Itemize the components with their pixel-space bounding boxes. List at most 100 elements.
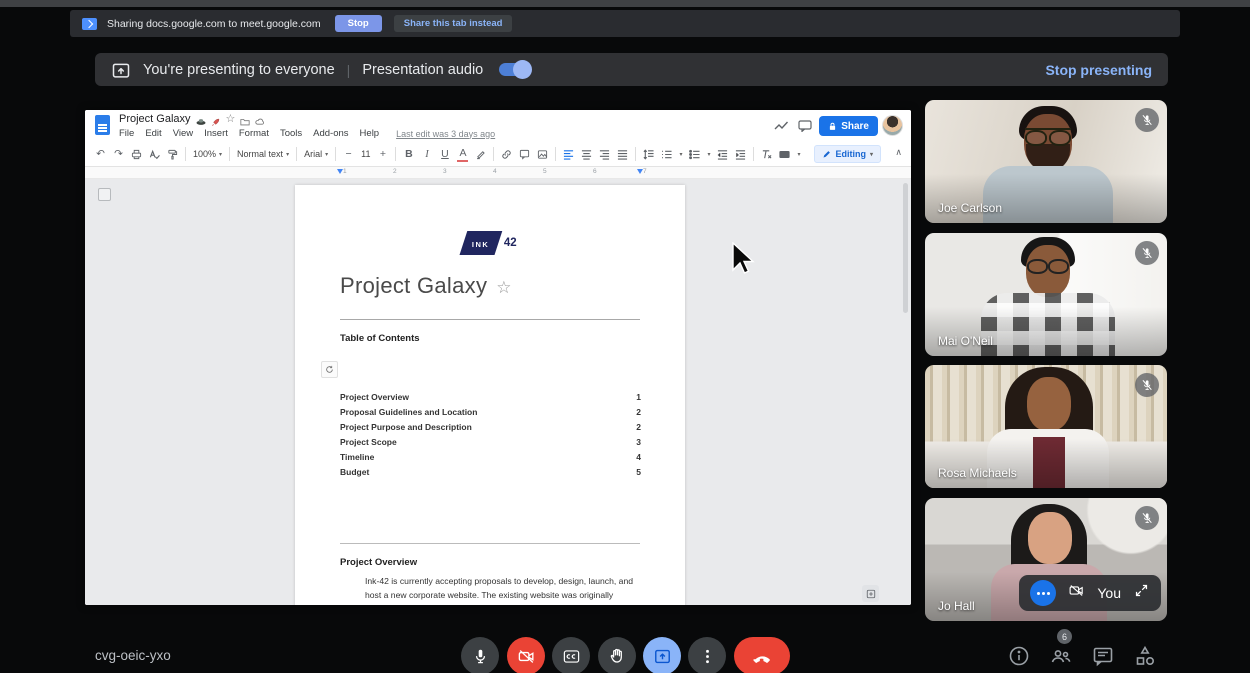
toc-row[interactable]: Budget5 (340, 467, 641, 482)
menu-insert[interactable]: Insert (204, 128, 228, 139)
table-of-contents[interactable]: Project Overview1 Proposal Guidelines an… (340, 392, 641, 482)
increase-font-icon[interactable]: + (377, 147, 388, 161)
ruler-number: 2 (393, 168, 397, 175)
google-docs-window: Project Galaxy ☆ File Edit View (85, 110, 911, 605)
participant-name: Joe Carlson (938, 201, 1002, 215)
menu-help[interactable]: Help (360, 128, 380, 139)
toc-row[interactable]: Timeline4 (340, 452, 641, 467)
insert-image-icon[interactable] (537, 147, 548, 161)
align-right-icon[interactable] (599, 147, 610, 161)
spellcheck-icon[interactable] (149, 147, 160, 161)
document-outline-icon[interactable] (98, 188, 111, 201)
toc-row[interactable]: Project Overview1 (340, 392, 641, 407)
print-icon[interactable] (131, 147, 142, 161)
stop-presenting-button[interactable]: Stop presenting (1045, 62, 1152, 78)
leave-call-button[interactable] (734, 637, 790, 673)
cloud-status-icon[interactable] (255, 114, 265, 124)
menu-view[interactable]: View (173, 128, 193, 139)
present-now-button[interactable] (643, 637, 681, 673)
bold-button[interactable]: B (403, 147, 414, 161)
align-left-icon[interactable] (563, 147, 574, 161)
ruler-number: 1 (343, 168, 347, 175)
decrease-font-icon[interactable]: − (343, 147, 354, 161)
captions-button[interactable] (552, 637, 590, 673)
explore-button[interactable] (862, 585, 879, 602)
ink42-logo: INK 42 (463, 231, 516, 255)
highlight-icon[interactable] (475, 147, 486, 161)
ruler[interactable]: 1 2 3 4 5 6 7 (85, 167, 911, 179)
text-color-button[interactable]: A (457, 146, 468, 162)
participant-tile-rosa-michaels[interactable]: Rosa Michaels (925, 365, 1167, 488)
decrease-indent-icon[interactable] (717, 147, 728, 161)
font-size-value[interactable]: 11 (361, 149, 370, 159)
participants-icon[interactable] (1049, 644, 1073, 668)
star-document-icon[interactable]: ☆ (226, 114, 236, 124)
menu-addons[interactable]: Add-ons (313, 128, 348, 139)
clear-formatting-icon[interactable] (761, 147, 772, 161)
document-title[interactable]: Project Galaxy (119, 113, 191, 125)
add-comment-icon[interactable] (519, 147, 530, 161)
ruler-number: 3 (443, 168, 447, 175)
underline-button[interactable]: U (439, 147, 450, 161)
zoom-select[interactable]: 100%▾ (193, 149, 222, 159)
collapse-toolbar-icon[interactable]: ∧ (895, 147, 902, 158)
document-scrollbar[interactable] (903, 183, 908, 313)
share-this-tab-button[interactable]: Share this tab instead (394, 15, 513, 32)
chat-icon[interactable] (1091, 644, 1115, 668)
toc-row[interactable]: Project Purpose and Description2 (340, 422, 641, 437)
undo-icon[interactable]: ↶ (95, 147, 106, 161)
logo-42-text: 42 (504, 237, 517, 249)
participant-tile-joe-carlson[interactable]: Joe Carlson (925, 100, 1167, 223)
paint-format-icon[interactable] (167, 147, 178, 161)
microphone-button[interactable] (461, 637, 499, 673)
numbered-list-icon[interactable] (661, 147, 672, 161)
ufo-emoji-icon (196, 114, 206, 124)
paragraph-style-select[interactable]: Normal text▾ (237, 149, 289, 159)
more-options-button[interactable] (688, 637, 726, 673)
presentation-audio-toggle[interactable] (499, 63, 529, 76)
participant-tile-jo-hall-you[interactable]: Jo Hall You (925, 498, 1167, 621)
insert-link-icon[interactable] (501, 147, 512, 161)
meeting-details-icon[interactable] (1007, 644, 1031, 668)
toc-row[interactable]: Project Scope3 (340, 437, 641, 452)
numbered-list-caret[interactable]: ▾ (679, 151, 682, 158)
ruler-number: 6 (593, 168, 597, 175)
font-select[interactable]: Arial▾ (304, 149, 328, 159)
mic-muted-icon (1135, 506, 1159, 530)
align-center-icon[interactable] (581, 147, 592, 161)
input-tools-caret[interactable]: ▾ (797, 151, 800, 158)
camera-off-button[interactable] (507, 637, 545, 673)
menu-edit[interactable]: Edit (145, 128, 161, 139)
toc-refresh-button[interactable] (321, 361, 338, 378)
participant-tile-mai-oneil[interactable]: Mai O'Neil (925, 233, 1167, 356)
bulleted-list-icon[interactable] (689, 147, 700, 161)
share-button[interactable]: Share (819, 116, 878, 136)
edit-history-icon[interactable] (774, 119, 789, 131)
redo-icon[interactable]: ↷ (113, 147, 124, 161)
toc-row[interactable]: Proposal Guidelines and Location2 (340, 407, 641, 422)
account-avatar[interactable] (882, 115, 903, 136)
comments-icon[interactable] (798, 119, 812, 131)
move-folder-icon[interactable] (240, 114, 250, 124)
menu-tools[interactable]: Tools (280, 128, 302, 139)
justify-icon[interactable] (617, 147, 628, 161)
stop-sharing-button[interactable]: Stop (335, 15, 382, 32)
last-edit-link[interactable]: Last edit was 3 days ago (396, 129, 495, 139)
activities-icon[interactable] (1133, 644, 1157, 668)
italic-button[interactable]: I (421, 147, 432, 161)
right-indent-marker[interactable] (637, 169, 643, 174)
more-options-button[interactable] (1030, 580, 1056, 606)
menu-file[interactable]: File (119, 128, 134, 139)
input-tools-icon[interactable] (779, 147, 790, 161)
document-page[interactable]: INK 42 Project Galaxy☆ Table of Contents… (295, 185, 685, 605)
mic-muted-icon (1135, 241, 1159, 265)
raise-hand-button[interactable] (598, 637, 636, 673)
google-docs-icon (95, 115, 110, 135)
fullscreen-icon[interactable] (1133, 582, 1150, 604)
increase-indent-icon[interactable] (735, 147, 746, 161)
editing-mode-select[interactable]: Editing ▾ (814, 145, 881, 163)
line-spacing-icon[interactable] (643, 147, 654, 161)
left-indent-marker[interactable] (337, 169, 343, 174)
menu-format[interactable]: Format (239, 128, 269, 139)
bulleted-list-caret[interactable]: ▾ (707, 151, 710, 158)
